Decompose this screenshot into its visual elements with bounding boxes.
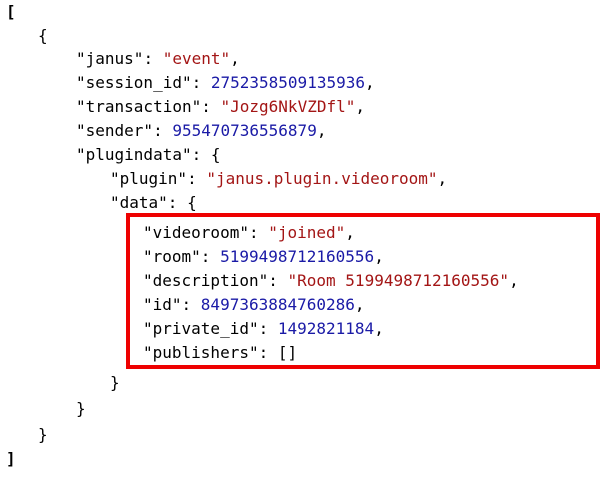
json-line-transaction: "transaction": "Jozg6NkVZDfl", <box>76 97 365 116</box>
json-line-sender: "sender": 955470736556879, <box>76 121 327 140</box>
json-key: "session_id" <box>76 73 192 92</box>
open-object-brace: { <box>187 193 197 212</box>
json-number-value: 955470736556879 <box>172 121 317 140</box>
json-key: "data" <box>110 193 168 212</box>
json-line: } <box>110 371 120 395</box>
close-object-brace: } <box>38 425 48 444</box>
json-line-data: "data": { <box>110 193 197 212</box>
open-array-bracket: [ <box>6 2 16 21</box>
close-array-bracket: ] <box>6 449 16 468</box>
close-object-brace: } <box>76 399 86 418</box>
json-string-value: "janus.plugin.videoroom" <box>206 169 438 188</box>
json-line-plugin: "plugin": "janus.plugin.videoroom", <box>110 169 448 188</box>
json-line: } <box>76 397 86 421</box>
json-line-janus: "janus": "event", <box>76 49 240 68</box>
json-line: } <box>38 423 48 447</box>
json-key: "plugindata" <box>76 145 192 164</box>
open-object-brace: { <box>210 145 221 164</box>
json-key: "sender" <box>76 121 154 140</box>
json-string-value: "event" <box>162 49 231 68</box>
json-key: "plugin" <box>110 169 188 188</box>
open-object-brace: { <box>38 26 48 45</box>
close-object-brace: } <box>110 373 120 392</box>
json-line-session-id: "session_id": 2752358509135936, <box>76 73 375 92</box>
json-number-value: 2752358509135936 <box>210 73 365 92</box>
json-key: "janus" <box>76 49 144 68</box>
json-line: [ <box>6 0 16 24</box>
json-string-value: "Jozg6NkVZDfl" <box>220 97 356 116</box>
json-line: ] <box>6 447 16 471</box>
json-key: "transaction" <box>76 97 202 116</box>
json-line-plugindata: "plugindata": { <box>76 145 221 164</box>
json-line: { <box>38 24 48 48</box>
highlight-box <box>126 213 600 369</box>
